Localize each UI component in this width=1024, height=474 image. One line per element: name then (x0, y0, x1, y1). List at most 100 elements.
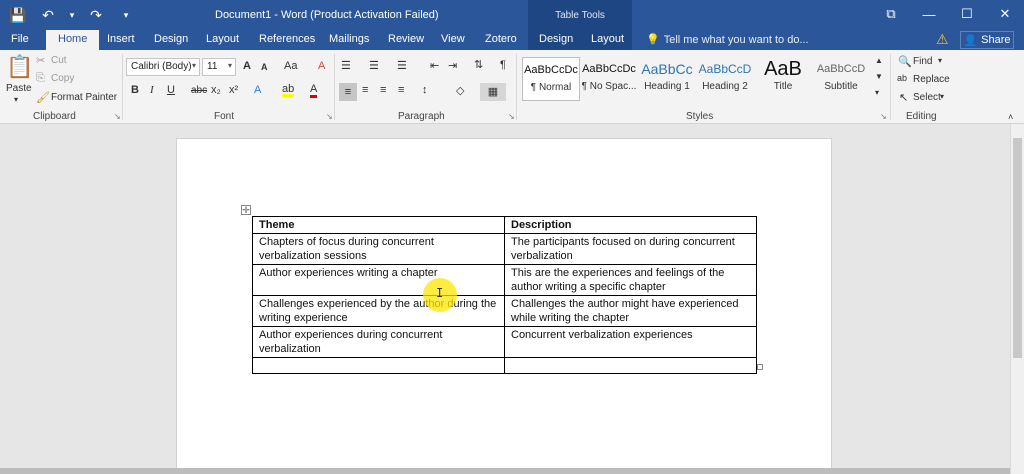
font-launcher-icon[interactable]: ↘ (326, 112, 333, 121)
tab-mailings[interactable]: Mailings (329, 30, 369, 50)
table-cell[interactable] (504, 357, 757, 374)
paragraph-launcher-icon[interactable]: ↘ (508, 112, 515, 121)
underline-button[interactable]: U (167, 84, 175, 96)
table-cell[interactable] (252, 357, 505, 374)
share-button[interactable]: 👤 Share (960, 31, 1014, 49)
sort-icon[interactable]: ⇅ (474, 58, 483, 71)
tab-layout[interactable]: Layout (206, 30, 239, 50)
theme-table[interactable]: Theme Description Chapters of focus duri… (252, 216, 757, 374)
grow-font-icon[interactable]: A (243, 60, 251, 72)
font-color-icon[interactable]: A (310, 84, 318, 98)
tab-insert[interactable]: Insert (107, 30, 135, 50)
find-button[interactable]: Find (913, 56, 932, 67)
select-button[interactable]: Select (913, 92, 941, 103)
document-page[interactable]: ✛ Theme Description Chapters of focus du… (176, 138, 832, 474)
style-name: ¶ Normal (530, 82, 572, 93)
tab-table-design[interactable]: Design (539, 30, 573, 50)
clear-formatting-icon[interactable]: A (318, 60, 325, 72)
scrollbar-thumb[interactable] (1013, 138, 1022, 358)
bold-button[interactable]: B (131, 84, 139, 96)
tab-references[interactable]: References (259, 30, 315, 50)
find-dropdown-icon[interactable]: ▾ (938, 56, 942, 65)
styles-scroll-down-icon[interactable]: ▼ (875, 72, 883, 81)
copy-button[interactable]: Copy (51, 73, 74, 84)
style-subtitle[interactable]: AaBbCcD Subtitle (812, 57, 870, 101)
line-spacing-icon[interactable]: ↕ (422, 84, 428, 96)
table-cell[interactable]: This are the experiences and feelings of… (504, 264, 757, 296)
maximize-icon[interactable]: ☐ (948, 0, 986, 28)
increase-indent-icon[interactable]: ⇥ (448, 59, 457, 72)
vertical-scrollbar[interactable] (1010, 124, 1024, 474)
table-resize-handle[interactable] (757, 364, 763, 370)
superscript-button[interactable]: x² (229, 84, 238, 96)
styles-launcher-icon[interactable]: ↘ (880, 112, 887, 121)
save-icon[interactable]: 💾 (8, 5, 28, 25)
table-row: Author experiences during concurrent ver… (252, 326, 757, 358)
justify-button[interactable]: ≡ (398, 84, 404, 96)
undo-dropdown-icon[interactable]: ▾ (68, 5, 76, 25)
bullets-icon[interactable]: ☰ (341, 59, 351, 72)
table-cell[interactable]: Author experiences writing a chapter (252, 264, 505, 296)
subscript-button[interactable]: x₂ (211, 84, 221, 96)
styles-scroll-up-icon[interactable]: ▲ (875, 56, 883, 65)
style-title[interactable]: AaB Title (754, 57, 812, 101)
table-cell[interactable]: Author experiences during concurrent ver… (252, 326, 505, 358)
minimize-icon[interactable]: — (910, 0, 948, 28)
borders-icon[interactable]: ▦ (480, 83, 506, 101)
horizontal-scrollbar[interactable] (0, 468, 1010, 474)
style-heading-1[interactable]: AaBbCc Heading 1 (638, 57, 696, 101)
close-icon[interactable]: ✕ (986, 0, 1024, 28)
tab-table-layout[interactable]: Layout (591, 30, 624, 50)
font-name-value: Calibri (Body) (131, 61, 192, 72)
clipboard-launcher-icon[interactable]: ↘ (114, 112, 121, 121)
table-move-handle-icon[interactable]: ✛ (241, 205, 251, 215)
decrease-indent-icon[interactable]: ⇤ (430, 59, 439, 72)
strikethrough-button[interactable]: abc (191, 85, 207, 96)
table-header-cell[interactable]: Description (504, 216, 757, 234)
table-cell[interactable]: The participants focused on during concu… (504, 233, 757, 265)
table-cell[interactable]: Concurrent verbalization experiences (504, 326, 757, 358)
font-name-combo[interactable]: Calibri (Body) ▾ (126, 58, 200, 76)
style-normal[interactable]: AaBbCcDc ¶ Normal (522, 57, 580, 101)
undo-icon[interactable]: ↶ (38, 5, 58, 25)
align-left-button[interactable]: ≡ (339, 83, 357, 101)
style-no-spacing[interactable]: AaBbCcDc ¶ No Spac... (580, 57, 638, 101)
paste-dropdown-icon[interactable]: ▾ (14, 95, 18, 104)
paste-icon[interactable]: 📋 (6, 54, 33, 80)
font-size-combo[interactable]: 11 ▾ (202, 58, 236, 76)
table-header-cell[interactable]: Theme (252, 216, 505, 234)
customize-qat-icon[interactable]: ▾ (116, 5, 136, 25)
cut-button[interactable]: Cut (51, 55, 67, 66)
tell-me-box[interactable]: 💡 Tell me what you want to do... (646, 33, 809, 47)
ribbon-display-options-icon[interactable]: ⧉ (872, 0, 910, 28)
format-painter-button[interactable]: Format Painter (51, 92, 117, 103)
select-dropdown-icon[interactable]: ▾ (940, 92, 944, 101)
shrink-font-icon[interactable]: A (261, 62, 268, 72)
replace-button[interactable]: Replace (913, 74, 950, 85)
table-cell[interactable]: Challenges the author might have experie… (504, 295, 757, 327)
highlight-color-icon[interactable]: ab (282, 84, 295, 97)
align-right-button[interactable]: ≡ (380, 84, 386, 96)
tab-home[interactable]: Home (46, 30, 100, 50)
styles-more-icon[interactable]: ▾ (875, 88, 879, 97)
style-heading-2[interactable]: AaBbCcD Heading 2 (696, 57, 754, 101)
table-cell[interactable]: Challenges experienced by the author dur… (252, 295, 505, 327)
multilevel-list-icon[interactable]: ☰ (397, 59, 407, 72)
show-formatting-icon[interactable]: ¶ (500, 59, 506, 71)
tab-review[interactable]: Review (388, 30, 424, 50)
redo-icon[interactable]: ↷ (86, 5, 106, 25)
tab-view[interactable]: View (441, 30, 465, 50)
tab-design[interactable]: Design (154, 30, 188, 50)
italic-button[interactable]: I (150, 84, 154, 96)
collapse-ribbon-icon[interactable]: ˄ (1008, 112, 1013, 122)
shading-icon[interactable]: ◇ (456, 84, 464, 97)
table-cell[interactable]: Chapters of focus during concurrent verb… (252, 233, 505, 265)
paste-button[interactable]: Paste (6, 83, 32, 94)
change-case-icon[interactable]: Aa (284, 60, 297, 72)
text-effects-icon[interactable]: A (254, 84, 261, 96)
tab-zotero[interactable]: Zotero (485, 30, 517, 50)
warning-icon[interactable]: ⚠ (936, 31, 949, 48)
align-center-button[interactable]: ≡ (362, 84, 368, 96)
tab-file[interactable]: File (11, 30, 29, 50)
numbering-icon[interactable]: ☰ (369, 59, 379, 72)
